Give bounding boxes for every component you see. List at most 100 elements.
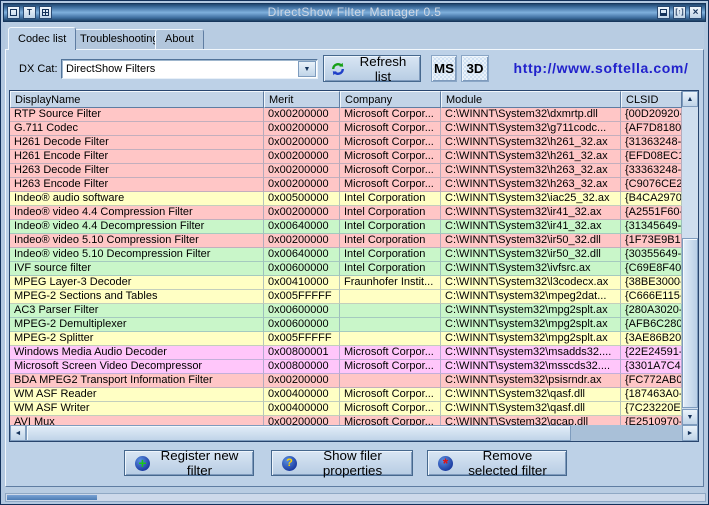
register-new-filter-button[interactable]: + Register new filter <box>124 448 254 478</box>
show-filter-properties-label: Show filer properties <box>322 448 383 478</box>
table-row[interactable]: BDA MPEG2 Transport Information Filter 0x… <box>10 374 682 388</box>
table-row[interactable]: H263 Encode Filter 0x00200000 Microsoft Co… <box>10 178 682 192</box>
cell-module: C:\WINNT\System32\h261_32.ax <box>441 136 621 150</box>
cell-merit: 0x005FFFFF <box>264 290 340 304</box>
tab-codec-list[interactable]: Codec list <box>8 27 77 50</box>
close-button[interactable]: × <box>689 6 702 19</box>
table-row[interactable]: AC3 Parser Filter 0x00600000 C:\WINNT\syst… <box>10 304 682 318</box>
table-row[interactable]: MPEG Layer-3 Decoder 0x00410000 Fraunhofer… <box>10 276 682 290</box>
table-row[interactable]: H263 Decode Filter 0x00200000 Microsoft Co… <box>10 164 682 178</box>
table-row[interactable]: Windows Media Audio Decoder 0x00800001 Mic… <box>10 346 682 360</box>
scroll-right-button[interactable]: ► <box>682 425 698 441</box>
table-row[interactable]: H261 Encode Filter 0x00200000 Microsoft Co… <box>10 150 682 164</box>
cell-name: AC3 Parser Filter <box>10 304 264 318</box>
scroll-up-button[interactable]: ▲ <box>682 91 698 107</box>
horizontal-scrollbar[interactable]: ◄ ► <box>10 425 698 441</box>
cell-clsid: {187463A0- <box>621 388 682 402</box>
cell-module: C:\WINNT\System32\ir41_32.ax <box>441 206 621 220</box>
cell-clsid: {C666E115- <box>621 290 682 304</box>
grid-icon <box>42 9 49 16</box>
cell-clsid: {33363248- <box>621 164 682 178</box>
show-filter-properties-button[interactable]: ? Show filer properties <box>271 448 413 478</box>
horizontal-scroll-thumb[interactable] <box>26 425 571 441</box>
dx-cat-dropdown[interactable]: DirectShow Filters ▼ <box>61 59 318 79</box>
table-row[interactable]: RTP Source Filter 0x00200000 Microsoft Cor… <box>10 108 682 122</box>
table-row[interactable]: WM ASF Reader 0x00400000 Microsoft Corpor.… <box>10 388 682 402</box>
cell-clsid: {FC772AB0- <box>621 374 682 388</box>
table-row[interactable]: WM ASF Writer 0x00400000 Microsoft Corpor.… <box>10 402 682 416</box>
cell-company: Intel Corporation <box>340 248 441 262</box>
table-row[interactable]: Indeo® video 5.10 Decompression Filter 0x… <box>10 248 682 262</box>
table-row[interactable]: MPEG-2 Sections and Tables 0x005FFFFF C:\W… <box>10 290 682 304</box>
window-grid-button[interactable] <box>39 6 52 19</box>
cell-module: C:\WINNT\System32\ir41_32.ax <box>441 220 621 234</box>
table-row[interactable]: Indeo® audio software 0x00500000 Intel Cor… <box>10 192 682 206</box>
cell-merit: 0x00200000 <box>264 374 340 388</box>
cell-module: C:\WINNT\system32\mpg2splt.ax <box>441 318 621 332</box>
table-row[interactable]: MPEG-2 Splitter 0x005FFFFF C:\WINNT\system… <box>10 332 682 346</box>
column-header-displayname[interactable]: DisplayName <box>10 91 264 108</box>
cell-company <box>340 290 441 304</box>
table-row[interactable]: G.711 Codec 0x00200000 Microsoft Corpor...… <box>10 122 682 136</box>
refresh-list-button[interactable]: Refresh list <box>323 54 421 84</box>
dx-cat-value: DirectShow Filters <box>66 63 156 75</box>
table-row[interactable]: IVF source filter 0x00600000 Intel Corpora… <box>10 262 682 276</box>
scroll-left-button[interactable]: ◄ <box>10 425 26 441</box>
cell-company: Microsoft Corpor... <box>340 108 441 122</box>
cell-merit: 0x00200000 <box>264 416 340 425</box>
minimize-button[interactable] <box>657 6 670 19</box>
close-icon: × <box>692 6 699 18</box>
table-row[interactable]: Microsoft Screen Video Decompressor 0x008… <box>10 360 682 374</box>
column-header-merit[interactable]: Merit <box>264 91 340 108</box>
column-header-module[interactable]: Module <box>441 91 621 108</box>
cell-name: WM ASF Writer <box>10 402 264 416</box>
softella-link[interactable]: http://www.softella.com/ <box>506 60 696 76</box>
table-row[interactable]: Indeo® video 4.4 Decompression Filter 0x0… <box>10 220 682 234</box>
vertical-scrollbar[interactable]: ▲ ▼ <box>682 91 698 425</box>
status-progress-segment <box>7 495 97 500</box>
cell-module: C:\WINNT\System32\ir50_32.dll <box>441 234 621 248</box>
3d-toggle-button[interactable]: 3D <box>461 55 489 82</box>
cell-merit: 0x00640000 <box>264 220 340 234</box>
scroll-down-button[interactable]: ▼ <box>682 409 698 425</box>
window-shade-button[interactable] <box>7 6 20 19</box>
cell-clsid: {E2510970- <box>621 416 682 425</box>
cell-clsid: {B4CA2970- <box>621 192 682 206</box>
cell-company: Fraunhofer Instit... <box>340 276 441 290</box>
table-row[interactable]: H261 Decode Filter 0x00200000 Microsoft Co… <box>10 136 682 150</box>
remove-selected-filter-button[interactable]: * Remove selected filter <box>427 448 567 478</box>
cell-merit: 0x00410000 <box>264 276 340 290</box>
cell-clsid: {1F73E9B1- <box>621 234 682 248</box>
restore-button[interactable]: [↑] <box>673 6 686 19</box>
cell-merit: 0x00600000 <box>264 262 340 276</box>
table-row[interactable]: Indeo® video 4.4 Compression Filter 0x002… <box>10 206 682 220</box>
window-tray-button[interactable]: T <box>23 6 36 19</box>
tab-about[interactable]: About <box>155 29 204 49</box>
cell-module: C:\WINNT\System32\h263_32.ax <box>441 178 621 192</box>
ms-toggle-button[interactable]: MS <box>431 55 457 82</box>
table-row[interactable]: MPEG-2 Demultiplexer 0x00600000 C:\WINNT\s… <box>10 318 682 332</box>
cell-name: Microsoft Screen Video Decompressor <box>10 360 264 374</box>
cell-name: MPEG-2 Sections and Tables <box>10 290 264 304</box>
cell-module: C:\WINNT\System32\ivfsrc.ax <box>441 262 621 276</box>
add-icon: + <box>135 455 150 471</box>
tab-troubleshooting[interactable]: Troubleshooting <box>70 29 169 49</box>
cell-module: C:\WINNT\system32\mpg2splt.ax <box>441 304 621 318</box>
vertical-scroll-thumb[interactable] <box>682 238 698 408</box>
column-header-company[interactable]: Company <box>340 91 441 108</box>
titlebar-right-controls: [↑] × <box>654 6 705 19</box>
cell-merit: 0x00200000 <box>264 150 340 164</box>
cell-module: C:\WINNT\system32\mpg2splt.ax <box>441 332 621 346</box>
dx-cat-dropdown-button[interactable]: ▼ <box>298 61 316 77</box>
cell-name: AVI Mux <box>10 416 264 425</box>
cell-name: Indeo® video 4.4 Compression Filter <box>10 206 264 220</box>
cell-name: G.711 Codec <box>10 122 264 136</box>
dx-cat-label: DX Cat: <box>19 63 58 75</box>
titlebar-left-controls: T <box>4 6 55 19</box>
column-header-clsid[interactable]: CLSID <box>621 91 682 108</box>
table-row[interactable]: Indeo® video 5.10 Compression Filter 0x00… <box>10 234 682 248</box>
table-body: RTP Source Filter 0x00200000 Microsoft Cor… <box>10 108 682 425</box>
cell-name: Indeo® audio software <box>10 192 264 206</box>
scroll-right-icon: ► <box>686 429 694 437</box>
table-row[interactable]: AVI Mux 0x00200000 Microsoft Corpor... C:\W… <box>10 416 682 425</box>
